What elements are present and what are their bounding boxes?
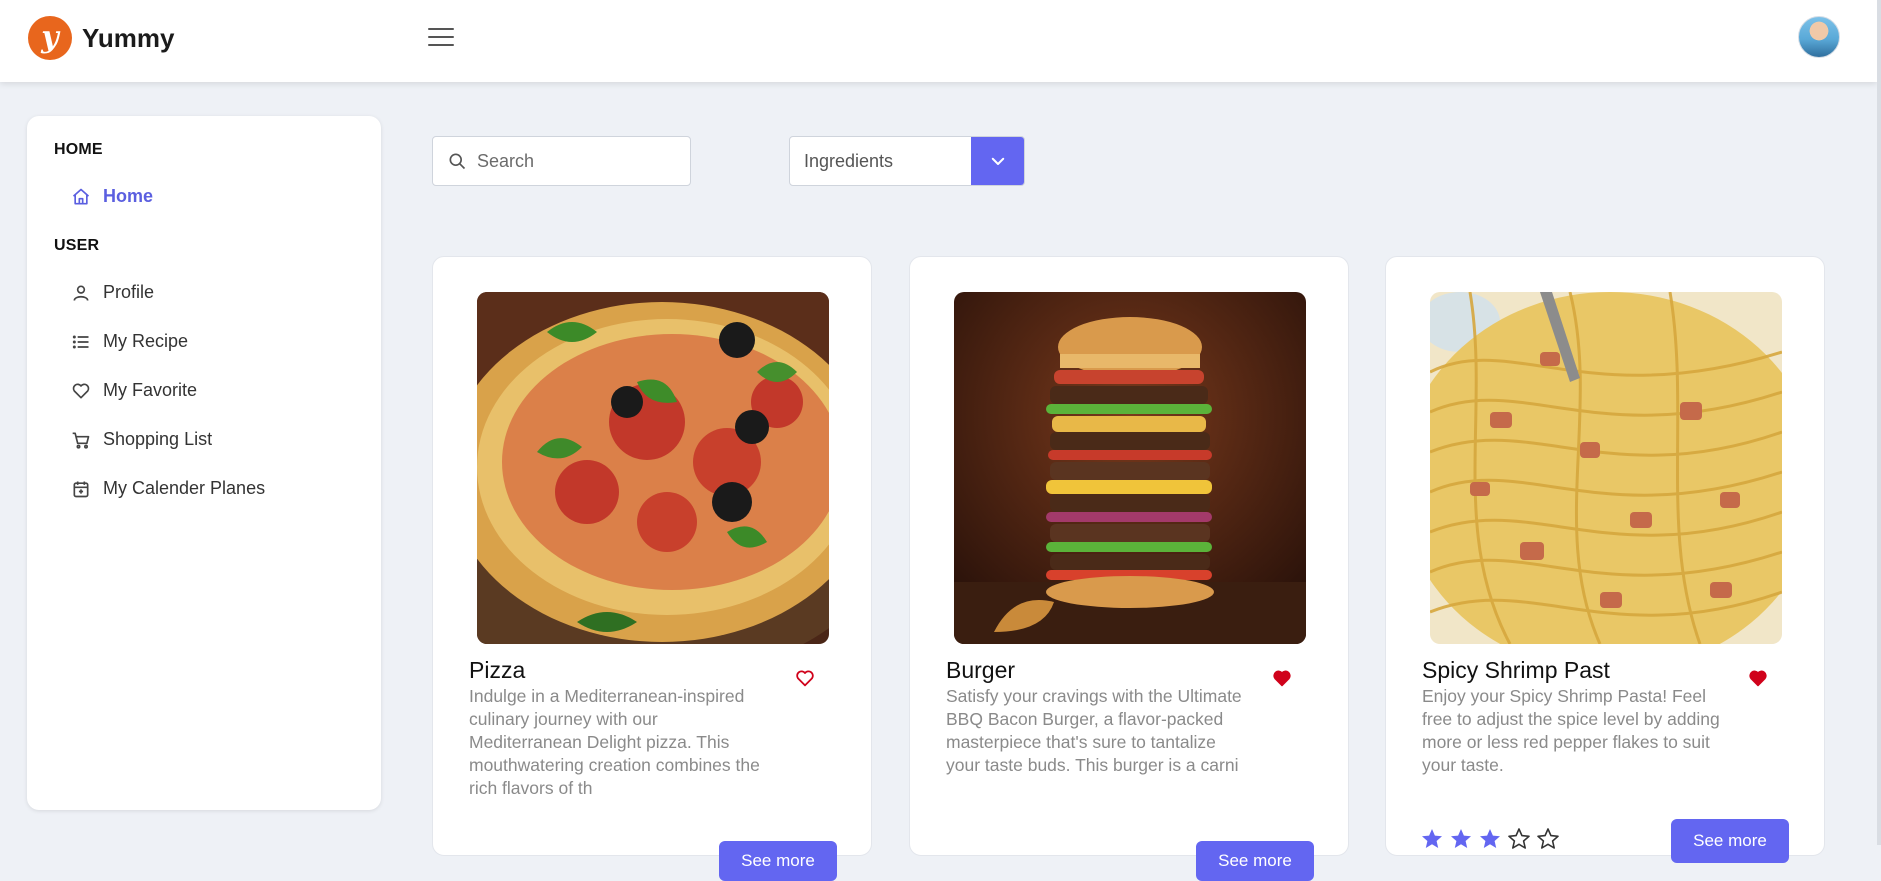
see-more-button[interactable]: See more [1671, 819, 1789, 863]
star-filled-icon[interactable] [1478, 827, 1502, 851]
recipe-title: Spicy Shrimp Past [1422, 657, 1610, 683]
recipe-description: Indulge in a Mediterranean-inspired culi… [469, 686, 760, 798]
sidebar-item-shopping-list[interactable]: Shopping List [71, 429, 212, 450]
recipe-card: Burger Satisfy your cravings with the Ul… [909, 256, 1349, 881]
sidebar-item-label: My Recipe [103, 331, 189, 351]
recipe-title: Burger [946, 657, 1016, 683]
sidebar-item-label: Profile [103, 282, 155, 302]
star-rating[interactable] [1420, 827, 1565, 851]
recipe-image-burger[interactable] [954, 292, 1306, 644]
see-more-button[interactable]: See more [1196, 841, 1314, 881]
sidebar-item-label: My Calender Planes [103, 478, 266, 498]
select-value: Ingredients [804, 151, 894, 171]
star-outline-icon[interactable] [1507, 827, 1531, 851]
home-icon [72, 188, 90, 204]
heart-icon [72, 383, 90, 398]
brand-name: Yummy [82, 22, 175, 53]
recipe-description: Enjoy your Spicy Shrimp Pasta! Feel free… [1422, 686, 1720, 775]
star-outline-icon[interactable] [1536, 827, 1560, 851]
top-header: y Yummy [0, 0, 1877, 82]
recipe-image-pizza[interactable] [477, 292, 829, 644]
heart-outline-icon[interactable] [795, 669, 815, 687]
hamburger-icon[interactable] [428, 28, 454, 48]
sidebar-item-my-favorite[interactable]: My Favorite [71, 380, 197, 401]
ingredients-select[interactable]: Ingredients [789, 136, 1025, 186]
recipe-card: Spicy Shrimp Past Enjoy your Spicy Shrim… [1385, 256, 1825, 863]
search-input[interactable] [477, 150, 677, 172]
search-box[interactable] [432, 136, 691, 186]
sidebar-item-label: Home [103, 186, 154, 206]
recipe-image-spicy-shrimp-pasta[interactable] [1430, 292, 1782, 644]
sidebar-section-user-label: USER [54, 237, 100, 254]
user-icon [73, 285, 89, 301]
cart-icon [72, 432, 90, 449]
sidebar-item-profile[interactable]: Profile [71, 282, 154, 303]
sidebar-section-home-label: HOME [54, 141, 103, 158]
recipe-description: Satisfy your cravings with the Ultimate … [946, 686, 1242, 775]
sidebar-item-label: My Favorite [103, 380, 198, 400]
heart-filled-icon[interactable] [1748, 669, 1768, 687]
brand[interactable]: y Yummy [28, 16, 175, 60]
page-scrollbar[interactable] [1877, 0, 1881, 845]
search-icon [449, 153, 466, 170]
star-filled-icon[interactable] [1420, 827, 1444, 851]
select-toggle-button[interactable] [971, 137, 1024, 185]
recipe-card: Pizza Indulge in a Mediterranean-inspire… [432, 256, 872, 881]
avatar[interactable] [1798, 16, 1840, 58]
sidebar-item-home[interactable]: Home [71, 186, 153, 207]
brand-logo-icon: y [28, 16, 72, 60]
heart-filled-icon[interactable] [1272, 669, 1292, 687]
sidebar: HOME Home USER Profile My Recipe My Favo… [27, 116, 381, 810]
sidebar-item-my-calender-planes[interactable]: My Calender Planes [71, 478, 265, 499]
list-icon [72, 334, 89, 349]
chevron-down-icon [991, 157, 1004, 165]
recipe-title: Pizza [469, 657, 526, 683]
sidebar-item-label: Shopping List [103, 429, 213, 449]
see-more-button[interactable]: See more [719, 841, 837, 881]
calendar-icon [73, 481, 89, 497]
star-filled-icon[interactable] [1449, 827, 1473, 851]
sidebar-item-my-recipe[interactable]: My Recipe [71, 331, 188, 352]
